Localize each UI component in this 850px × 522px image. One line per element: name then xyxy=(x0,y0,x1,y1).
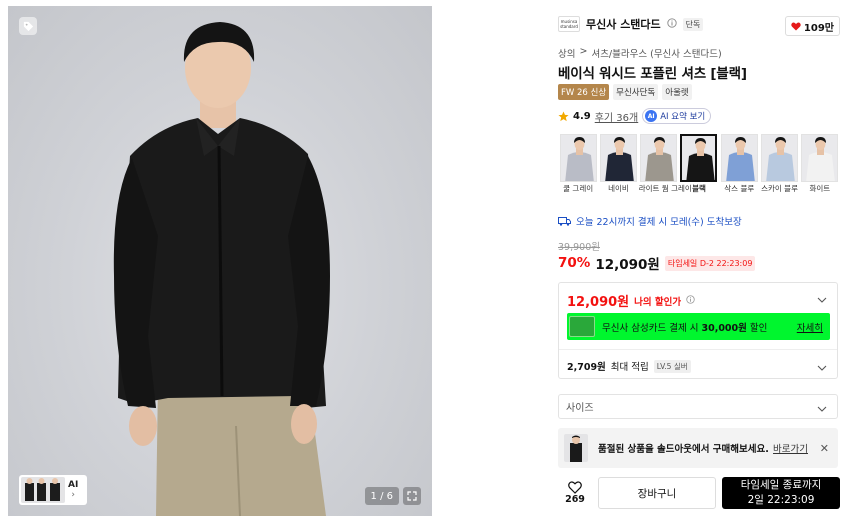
brand-name[interactable]: 무신사 스탠다드 xyxy=(586,16,661,32)
color-option[interactable]: 라이트 웜 그레이 xyxy=(638,134,692,194)
soldout-promo-bar: 품절된 상품을 솔드아웃에서 구매해보세요. 바로가기 ✕ xyxy=(558,428,838,468)
brand-row[interactable]: musinsa standard 무신사 스탠다드 단독 xyxy=(558,16,704,32)
color-name: 삭스 블루 xyxy=(724,184,755,193)
delivery-text: 오늘 22시까지 결제 시 모레(수) 도착보장 xyxy=(576,217,742,228)
rating-score: 4.9 xyxy=(573,110,591,122)
product-main-photo xyxy=(113,22,330,516)
wish-count: 269 xyxy=(565,494,585,505)
card-image xyxy=(569,316,595,337)
outlet-tag: 아울렛 xyxy=(662,84,692,100)
color-name: 스카이 블루 xyxy=(761,184,798,193)
exclusive-tag: 무신사단독 xyxy=(613,84,659,100)
color-option[interactable]: 화이트 xyxy=(800,134,840,194)
exclusive-badge: 단독 xyxy=(682,17,704,31)
breadcrumb: 상의 > 셔츠/블라우스 (무신사 스탠다드) xyxy=(558,46,722,60)
ai-summary-label: AI 요약 보기 xyxy=(660,112,706,122)
color-name: 쿨 그레이 xyxy=(563,184,594,193)
ai-summary-button[interactable]: AI AI 요약 보기 xyxy=(642,108,712,124)
color-options: 쿨 그레이 네이비 라이트 웜 그레이 블랙 삭스 블루 스카이 블루 화이트 xyxy=(558,134,840,194)
like-button[interactable]: 109만 xyxy=(784,16,840,36)
color-swatch-image xyxy=(599,134,637,182)
member-level-badge: LV.5 실버 xyxy=(653,359,691,373)
color-swatch-image xyxy=(680,134,718,182)
color-option[interactable]: 쿨 그레이 xyxy=(558,134,598,194)
color-name: 네이비 xyxy=(608,184,629,193)
purchase-bar: 269 장바구니 타임세일 종료까지 2일 22:23:09 xyxy=(558,476,840,510)
thumbnail-image[interactable] xyxy=(21,477,65,503)
soldout-product-thumb xyxy=(564,434,588,462)
soldout-promo-text: 품절된 상품을 솔드아웃에서 구매해보세요. xyxy=(598,444,769,455)
color-swatch-image xyxy=(761,134,799,182)
card-discount-text: 무신사 삼성카드 결제 시 30,000원 할인 xyxy=(602,322,768,334)
color-option[interactable]: 삭스 블루 xyxy=(719,134,759,194)
timesale-badge: 타임세일 D-2 22:23:09 xyxy=(664,255,756,271)
ai-icon: AI xyxy=(645,110,658,122)
expand-icon[interactable] xyxy=(403,487,421,505)
card-discount-banner[interactable]: 무신사 삼성카드 결제 시 30,000원 할인 자세히 xyxy=(567,313,830,340)
chevron-right-icon: › xyxy=(71,489,75,500)
heart-outline-icon xyxy=(568,481,582,494)
truck-icon xyxy=(558,216,571,226)
review-link[interactable]: 후기 36개 xyxy=(595,109,639,124)
like-count: 109만 xyxy=(803,22,834,34)
chevron-down-icon xyxy=(817,404,827,415)
image-page-counter: 1 / 6 xyxy=(364,487,399,505)
add-to-cart-button[interactable]: 장바구니 xyxy=(598,477,716,509)
buy-button-label: 타임세일 종료까지 xyxy=(740,479,822,491)
breadcrumb-separator: > xyxy=(579,46,588,57)
color-swatch-image xyxy=(801,134,839,182)
benefit-box: 12,090원 나의 할인가 무신사 삼성카드 결제 시 30,000원 할인 … xyxy=(558,282,838,379)
color-option[interactable]: 네이비 xyxy=(598,134,638,194)
size-placeholder: 사이즈 xyxy=(566,403,594,414)
color-option[interactable]: 블랙 xyxy=(679,134,719,194)
ai-thumb-label: AI xyxy=(68,479,79,490)
divider xyxy=(559,349,837,350)
my-discount-price: 12,090원 xyxy=(567,295,630,310)
discount-rate: 70% xyxy=(558,255,591,271)
buy-button[interactable]: 타임세일 종료까지 2일 22:23:09 xyxy=(722,477,840,509)
color-name: 블랙 xyxy=(692,184,706,193)
color-option[interactable]: 스카이 블루 xyxy=(759,134,799,194)
thumbnail-strip[interactable]: AI › xyxy=(19,475,87,505)
info-icon[interactable] xyxy=(667,17,677,31)
info-icon[interactable] xyxy=(686,294,695,307)
heart-icon xyxy=(791,22,801,30)
soldout-shortcut-link[interactable]: 바로가기 xyxy=(773,441,808,455)
brand-logo: musinsa standard xyxy=(558,16,580,32)
breadcrumb-item[interactable]: 셔츠/블라우스 (무신사 스탠다드) xyxy=(591,46,721,60)
points-label: 최대 적립 xyxy=(610,362,649,373)
product-title: 베이식 워시드 포플린 셔츠 [블랙] xyxy=(558,66,747,82)
color-name: 라이트 웜 그레이 xyxy=(638,184,692,193)
chevron-down-icon[interactable] xyxy=(817,293,827,306)
color-swatch-image xyxy=(559,134,597,182)
points-amount: 2,709원 xyxy=(567,362,606,373)
my-discount-label: 나의 할인가 xyxy=(634,296,682,308)
close-icon[interactable]: ✕ xyxy=(820,442,829,455)
color-swatch-image xyxy=(640,134,678,182)
rating-row: 4.9 후기 36개 AI AI 요약 보기 xyxy=(558,108,712,124)
delivery-guarantee: 오늘 22시까지 결제 시 모레(수) 도착보장 xyxy=(558,214,742,228)
product-tags: FW 26 신상 무신사단독 아울렛 xyxy=(558,84,692,100)
chevron-down-icon[interactable] xyxy=(817,361,827,374)
buy-button-countdown: 2일 22:23:09 xyxy=(747,494,815,506)
price-row: 70% 12,090원 타임세일 D-2 22:23:09 xyxy=(558,253,756,273)
my-discount-price-row[interactable]: 12,090원 나의 할인가 xyxy=(567,291,695,310)
original-price: 39,900원 xyxy=(558,242,600,253)
star-icon xyxy=(558,110,569,121)
tag-icon[interactable] xyxy=(19,17,37,35)
product-image-gallery[interactable]: AI › 1 / 6 xyxy=(8,6,432,516)
color-swatch-image xyxy=(720,134,758,182)
points-row[interactable]: 2,709원 최대 적립 LV.5 실버 xyxy=(567,359,691,373)
new-season-tag: FW 26 신상 xyxy=(558,84,610,100)
size-select[interactable]: 사이즈 xyxy=(558,394,838,419)
card-detail-link[interactable]: 자세히 xyxy=(797,320,823,334)
breadcrumb-item[interactable]: 상의 xyxy=(558,46,575,60)
wishlist-button[interactable]: 269 xyxy=(558,481,592,505)
product-info-panel: musinsa standard 무신사 스탠다드 단독 109만 상의 > 셔… xyxy=(548,0,850,522)
color-name: 화이트 xyxy=(809,184,831,193)
sale-price: 12,090원 xyxy=(595,257,660,273)
